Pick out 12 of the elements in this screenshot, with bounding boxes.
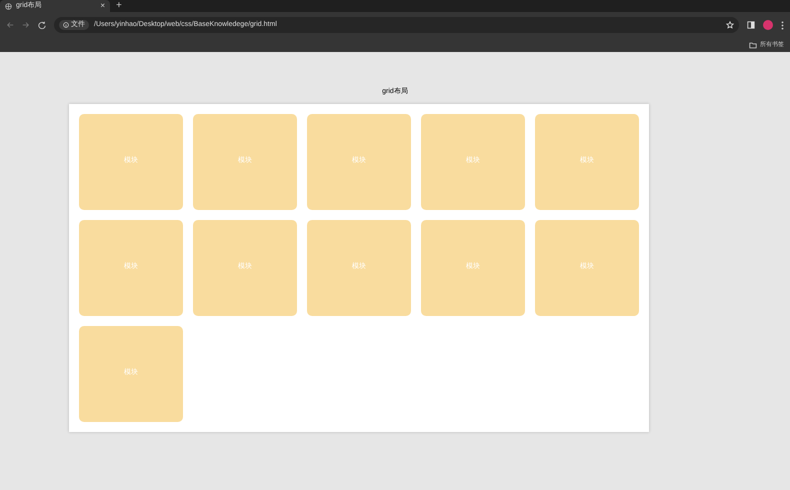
back-icon[interactable] [6,21,14,29]
forward-icon[interactable] [22,21,30,29]
side-panel-icon[interactable] [747,21,755,29]
new-tab-button[interactable]: + [116,0,122,12]
folder-icon [749,42,757,48]
reload-icon[interactable] [38,21,46,29]
star-icon[interactable] [726,21,734,29]
info-icon [63,22,69,28]
close-tab-button[interactable]: × [100,2,105,10]
globe-icon [5,2,12,10]
menu-icon[interactable] [781,20,784,30]
profile-avatar[interactable] [763,20,773,30]
